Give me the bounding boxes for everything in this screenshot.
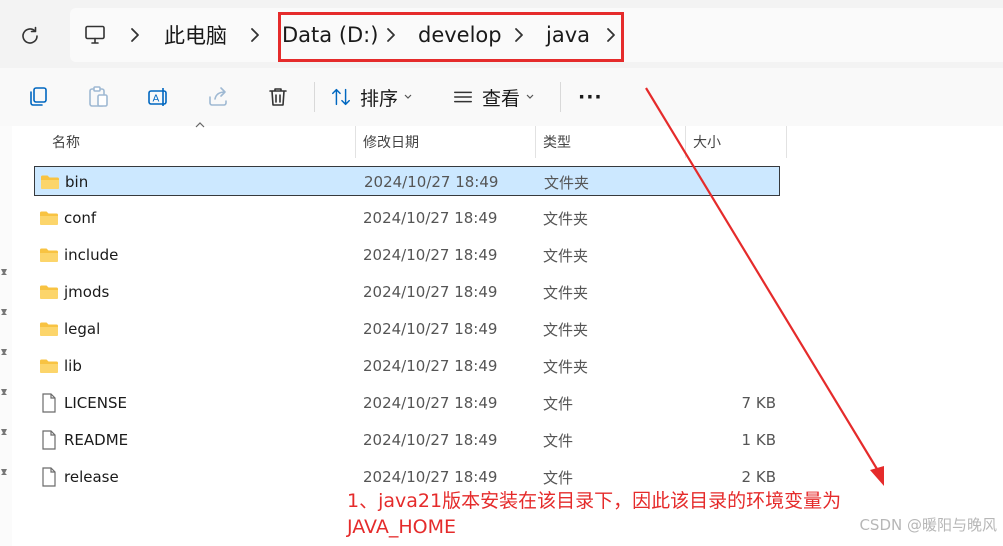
file-name: bin	[65, 173, 89, 191]
file-name: conf	[64, 209, 97, 227]
address-bar-area: 此电脑 Data (D:) develop java	[0, 0, 1003, 68]
column-header: 名称 修改日期 类型 大小	[0, 126, 1003, 158]
file-name: include	[64, 246, 119, 264]
folder-icon	[38, 240, 60, 270]
file-date: 2024/10/27 18:49	[363, 209, 498, 227]
file-name: legal	[64, 320, 101, 338]
watermark: CSDN @暖阳与晚风	[859, 516, 997, 534]
file-row[interactable]: jmods 2024/10/27 18:49 文件夹	[34, 277, 780, 307]
toolbar-divider	[560, 82, 561, 112]
file-row[interactable]: include 2024/10/27 18:49 文件夹	[34, 240, 780, 270]
file-row[interactable]: lib 2024/10/27 18:49 文件夹	[34, 351, 780, 381]
chevron-right-icon	[250, 8, 260, 62]
file-icon	[38, 425, 60, 455]
file-size: 1 KB	[741, 431, 776, 449]
pin-icon	[1, 309, 7, 315]
file-type: 文件夹	[543, 283, 589, 302]
breadcrumb-item-this-pc[interactable]: 此电脑	[164, 8, 227, 62]
file-date: 2024/10/27 18:49	[364, 173, 499, 191]
annotation-text: 1、java21版本安装在该目录下，因此该目录的环境变量为 JAVA_HOME	[347, 488, 887, 540]
file-date: 2024/10/27 18:49	[363, 246, 498, 264]
this-pc-icon[interactable]	[84, 25, 106, 45]
file-type: 文件夹	[543, 209, 589, 228]
file-name: lib	[64, 357, 82, 375]
folder-icon	[38, 351, 60, 381]
file-date: 2024/10/27 18:49	[363, 394, 498, 412]
file-row[interactable]: README 2024/10/27 18:49 文件 1 KB	[34, 425, 780, 455]
sort-icon	[332, 88, 350, 106]
file-type: 文件夹	[543, 246, 589, 265]
file-type: 文件夹	[543, 357, 589, 376]
view-label: 查看	[482, 87, 521, 110]
file-icon	[38, 388, 60, 418]
refresh-icon[interactable]	[18, 24, 42, 48]
command-bar: A 排序 查看 ···	[0, 68, 1003, 126]
pin-icon	[1, 389, 7, 395]
copy-icon[interactable]	[26, 85, 50, 109]
svg-text:A: A	[153, 94, 160, 105]
column-header-size[interactable]: 大小	[685, 126, 721, 158]
pin-icon	[1, 429, 7, 435]
column-header-name[interactable]: 名称	[44, 126, 80, 158]
sort-ascending-icon	[195, 122, 205, 128]
share-icon[interactable]	[206, 85, 230, 109]
view-button[interactable]: 查看	[452, 82, 534, 112]
column-header-type[interactable]: 类型	[535, 126, 571, 158]
annotation-line-1: 1、java21版本安装在该目录下，因此该目录的环境变量为	[347, 490, 842, 512]
file-name: jmods	[64, 283, 110, 301]
annotation-line-2: JAVA_HOME	[347, 516, 456, 538]
column-header-date[interactable]: 修改日期	[355, 126, 419, 158]
pin-icon	[1, 269, 7, 275]
chevron-right-icon	[130, 8, 140, 62]
more-options-button[interactable]: ···	[578, 82, 603, 112]
sort-label: 排序	[360, 87, 399, 110]
file-icon	[38, 462, 60, 492]
chevron-down-icon	[526, 94, 534, 99]
file-type: 文件	[543, 431, 574, 450]
navigation-pane-edge	[0, 126, 12, 546]
file-row[interactable]: legal 2024/10/27 18:49 文件夹	[34, 314, 780, 344]
file-type: 文件夹	[544, 173, 590, 192]
folder-icon	[38, 277, 60, 307]
pin-icon	[1, 349, 7, 355]
column-divider	[786, 126, 787, 158]
folder-icon	[38, 203, 60, 233]
file-name: release	[64, 468, 119, 486]
file-date: 2024/10/27 18:49	[363, 431, 498, 449]
file-row[interactable]: LICENSE 2024/10/27 18:49 文件 7 KB	[34, 388, 780, 418]
rename-icon[interactable]: A	[146, 85, 170, 109]
paste-icon[interactable]	[86, 85, 110, 109]
sort-button[interactable]: 排序	[330, 82, 412, 112]
folder-icon	[39, 167, 61, 197]
file-type: 文件夹	[543, 320, 589, 339]
view-list-icon	[454, 91, 472, 103]
file-date: 2024/10/27 18:49	[363, 320, 498, 338]
pin-icon	[1, 469, 7, 475]
file-date: 2024/10/27 18:49	[363, 283, 498, 301]
file-row[interactable]: bin 2024/10/27 18:49 文件夹	[34, 166, 780, 196]
path-highlight-box	[278, 12, 624, 62]
file-type: 文件	[543, 394, 574, 413]
chevron-down-icon	[404, 94, 412, 99]
file-name: LICENSE	[64, 394, 127, 412]
file-name: README	[64, 431, 129, 449]
file-size: 7 KB	[741, 394, 776, 412]
toolbar-divider	[314, 82, 315, 112]
file-date: 2024/10/27 18:49	[363, 357, 498, 375]
file-row[interactable]: conf 2024/10/27 18:49 文件夹	[34, 203, 780, 233]
folder-icon	[38, 314, 60, 344]
delete-icon[interactable]	[266, 85, 290, 109]
